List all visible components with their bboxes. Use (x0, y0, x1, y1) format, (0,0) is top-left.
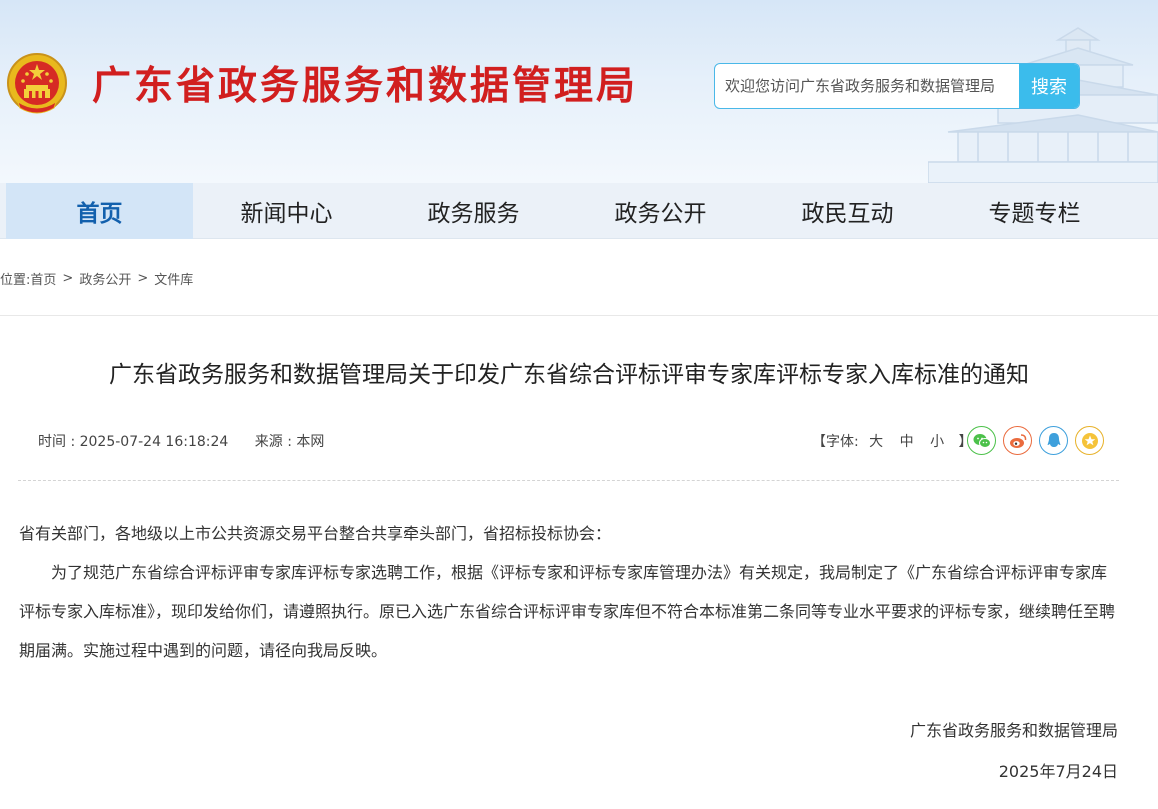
site-title: 广东省政务服务和数据管理局 (92, 63, 639, 109)
breadcrumb: 位置: 首页 > 政务公开 > 文件库 (0, 268, 193, 288)
article-paragraph: 为了规范广东省综合评标评审专家库评标专家选聘工作，根据《评标专家和评标专家库管理… (19, 563, 1116, 660)
breadcrumb-separator: > (62, 270, 74, 286)
share-wechat-button[interactable] (967, 426, 996, 455)
wechat-icon (973, 433, 991, 448)
font-size-small[interactable]: 小 (930, 434, 944, 450)
salutation: 省有关部门，各地级以上市公共资源交易平台整合共享牵头部门，省招标投标协会： (19, 524, 612, 543)
favorite-button[interactable] (1075, 426, 1104, 455)
share-weibo-button[interactable] (1003, 426, 1032, 455)
breadcrumb-item-government-affairs[interactable]: 政务公开 (79, 269, 131, 288)
nav-item-government-services[interactable]: 政务服务 (380, 183, 567, 239)
breadcrumb-item-home[interactable]: 首页 (30, 269, 56, 288)
signature-date: 2025年7月24日 (998, 762, 1118, 781)
font-size-prefix: 【字体: (812, 434, 859, 450)
breadcrumb-lead: 位置: (0, 272, 31, 288)
nav-item-government-affairs[interactable]: 政务公开 (567, 183, 754, 239)
article-source: 来源 : 本网 (254, 434, 325, 450)
share-qq-button[interactable] (1039, 426, 1068, 455)
qq-icon (1047, 432, 1060, 447)
national-emblem-icon (7, 53, 67, 114)
nav-item-home[interactable]: 首页 (6, 183, 193, 239)
divider (18, 480, 1119, 481)
breadcrumb-item-file-library[interactable]: 文件库 (154, 269, 193, 288)
publish-time: 时间 : 2025-07-24 16:18:24 (38, 434, 229, 450)
breadcrumb-separator: > (137, 270, 149, 286)
main-nav: 首页 新闻中心 政务服务 政务公开 政民互动 专题专栏 (0, 183, 1158, 239)
article-meta: 时间 : 2025-07-24 16:18:24 来源 : 本网 (38, 430, 324, 454)
article-body: 省有关部门，各地级以上市公共资源交易平台整合共享牵头部门，省招标投标协会： 为了… (19, 514, 1119, 670)
nav-item-special-topics[interactable]: 专题专栏 (941, 183, 1128, 239)
favorite-icon (1081, 432, 1098, 449)
signature-organization: 广东省政务服务和数据管理局 (909, 721, 1118, 740)
weibo-icon (1009, 433, 1026, 448)
font-size-medium[interactable]: 中 (900, 434, 914, 450)
font-size-large[interactable]: 大 (869, 434, 883, 450)
nav-item-public-interaction[interactable]: 政民互动 (754, 183, 941, 239)
article-title: 广东省政务服务和数据管理局关于印发广东省综合评标评审专家库评标专家入库标准的通知 (109, 362, 1029, 388)
search-button[interactable]: 搜索 (1019, 64, 1079, 108)
font-size-control: 【字体: 大 中 小 】 (812, 430, 973, 454)
divider (0, 315, 1158, 316)
search-box: 搜索 (714, 63, 1080, 109)
header-banner: 广东省政务服务和数据管理局 搜索 (0, 0, 1158, 183)
nav-item-news-center[interactable]: 新闻中心 (193, 183, 380, 239)
search-input[interactable] (715, 64, 1019, 108)
